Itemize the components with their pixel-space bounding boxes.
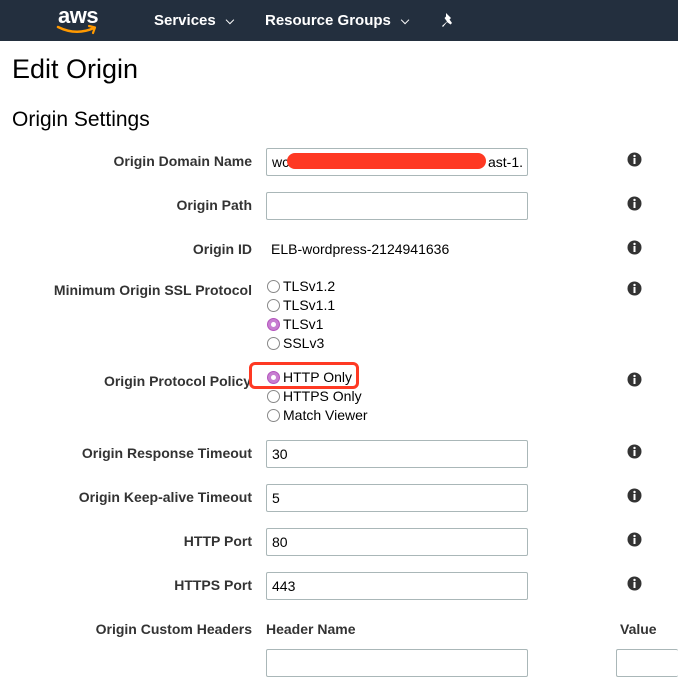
http-port-input[interactable]: 80 (266, 528, 528, 556)
info-icon[interactable] (627, 240, 642, 255)
info-icon[interactable] (627, 152, 642, 167)
radio-tlsv1-1[interactable]: TLSv1.1 (267, 296, 335, 314)
section-title: Origin Settings (12, 108, 150, 131)
info-icon[interactable] (627, 372, 642, 387)
value-column-heading: Value (620, 621, 657, 637)
resource-groups-menu[interactable]: Resource Groups ⌵ (265, 11, 409, 31)
radio-match-viewer[interactable]: Match Viewer (267, 406, 368, 424)
origin-domain-name-value-end: ast-1. (487, 154, 523, 170)
header-name-column-heading: Header Name (266, 621, 356, 637)
resource-groups-label: Resource Groups (265, 12, 391, 29)
radio-sslv3[interactable]: SSLv3 (267, 334, 324, 352)
services-menu[interactable]: Services ⌵ (154, 11, 234, 31)
radio-label: HTTPS Only (283, 388, 362, 404)
radio-button[interactable] (267, 280, 280, 293)
info-icon[interactable] (627, 281, 642, 296)
origin-id-label: Origin ID (192, 241, 252, 257)
origin-response-timeout-input[interactable]: 30 (266, 440, 528, 468)
pin-icon[interactable] (441, 12, 455, 28)
radio-button[interactable] (267, 409, 280, 422)
radio-label: SSLv3 (283, 335, 325, 351)
origin-protocol-policy-label: Origin Protocol Policy (103, 373, 251, 389)
origin-keepalive-timeout-label: Origin Keep-alive Timeout (78, 489, 252, 505)
origin-path-label: Origin Path (176, 197, 252, 213)
chevron-down-icon: ⌵ (225, 15, 235, 27)
https-port-input[interactable]: 443 (266, 572, 528, 600)
redaction-mark (287, 153, 486, 169)
info-icon[interactable] (627, 444, 642, 459)
highlight-annotation (249, 362, 359, 389)
info-icon[interactable] (627, 196, 642, 211)
radio-label: TLSv1.2 (283, 278, 336, 294)
radio-https-only[interactable]: HTTPS Only (267, 387, 362, 405)
origin-domain-name-label: Origin Domain Name (113, 153, 252, 169)
info-icon[interactable] (627, 488, 642, 503)
origin-custom-headers-label: Origin Custom Headers (95, 621, 252, 637)
origin-keepalive-timeout-input[interactable]: 5 (266, 484, 528, 512)
services-label: Services (154, 12, 216, 29)
http-port-label: HTTP Port (183, 533, 252, 549)
https-port-label: HTTPS Port (174, 577, 252, 593)
radio-label: TLSv1.1 (283, 297, 336, 313)
radio-button-selected[interactable] (267, 318, 280, 331)
header-name-input[interactable] (266, 649, 528, 677)
origin-path-input[interactable] (266, 192, 528, 220)
radio-tlsv1-2[interactable]: TLSv1.2 (267, 277, 335, 295)
aws-logo[interactable]: aws (56, 4, 102, 36)
min-ssl-protocol-label: Minimum Origin SSL Protocol (53, 282, 252, 298)
header-value-input[interactable] (616, 649, 678, 677)
radio-button[interactable] (267, 390, 280, 403)
page-title: Edit Origin (12, 54, 139, 84)
info-icon[interactable] (627, 532, 642, 547)
origin-response-timeout-label: Origin Response Timeout (81, 445, 252, 461)
radio-label: Match Viewer (283, 407, 368, 423)
radio-button[interactable] (267, 299, 280, 312)
radio-tlsv1[interactable]: TLSv1 (267, 315, 323, 333)
top-navbar: aws Services ⌵ Resource Groups ⌵ (0, 0, 678, 41)
chevron-down-icon: ⌵ (400, 15, 410, 27)
origin-id-value: ELB-wordpress-2124941636 (271, 241, 450, 257)
radio-label: TLSv1 (283, 316, 324, 332)
aws-smile-icon (56, 24, 97, 35)
radio-button[interactable] (267, 337, 280, 350)
info-icon[interactable] (627, 576, 642, 591)
